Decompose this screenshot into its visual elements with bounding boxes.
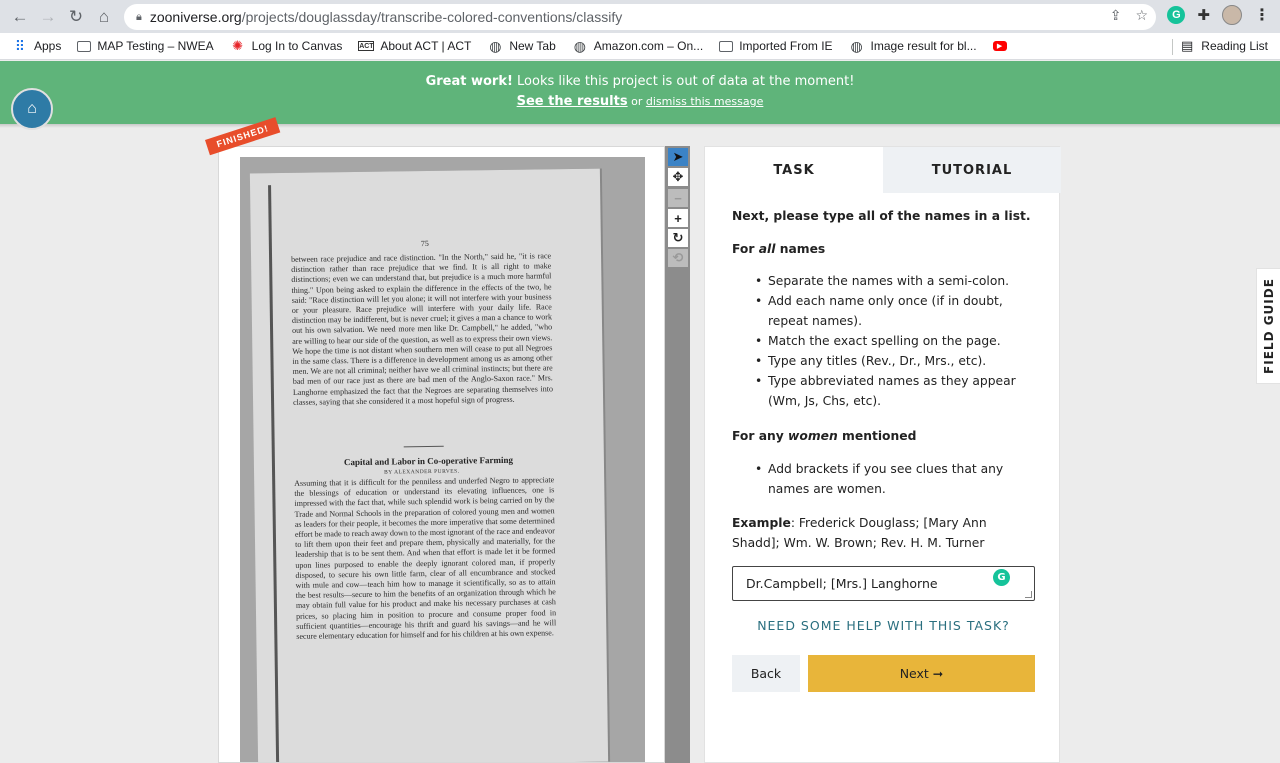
for-women-heading: For any women mentioned bbox=[732, 429, 917, 443]
profile-avatar[interactable] bbox=[1222, 5, 1242, 25]
banner-shadow bbox=[0, 124, 1280, 128]
canvas-icon: ✺ bbox=[232, 38, 244, 53]
tab-tutorial[interactable]: TUTORIAL bbox=[883, 147, 1061, 193]
globe-icon: ◍ bbox=[850, 37, 863, 54]
bookmarks-divider bbox=[1172, 39, 1173, 55]
folder-icon bbox=[77, 40, 92, 52]
help-link[interactable]: NEED SOME HELP WITH THIS TASK? bbox=[732, 618, 1035, 633]
lock-icon: 🔒︎ bbox=[136, 10, 142, 23]
tab-task[interactable]: TASK bbox=[705, 147, 883, 193]
page-paragraph-2: Assuming that it is difficult for the pe… bbox=[294, 475, 557, 641]
bookmark-act[interactable]: ACT About ACT | ACT bbox=[358, 39, 471, 53]
rule-item: Match the exact spelling on the page. bbox=[755, 331, 1028, 351]
reading-list-icon: ▤ bbox=[1180, 38, 1194, 53]
globe-icon: ◍ bbox=[489, 37, 502, 54]
bookmark-apps[interactable]: ⠿ Apps bbox=[12, 37, 62, 54]
document-page: 75 between race prejudice and race disti… bbox=[249, 168, 609, 762]
browser-toolbar: ← → ↻ ⌂ 🔒︎ zooniverse.org/projects/dougl… bbox=[0, 0, 1280, 33]
names-input[interactable]: Dr.Campbell; [Mrs.] Langhorne G bbox=[732, 566, 1035, 601]
page-section-author: BY ALEXANDER PURVES. bbox=[384, 468, 460, 476]
example-text: Example: Frederick Douglass; [Mary Ann S… bbox=[732, 516, 987, 550]
back-arrow-icon[interactable]: ← bbox=[6, 3, 34, 31]
bookmark-map-testing[interactable]: MAP Testing – NWEA bbox=[77, 39, 214, 53]
resize-handle-icon[interactable] bbox=[1025, 591, 1032, 598]
subject-image: 75 between race prejudice and race disti… bbox=[240, 157, 645, 762]
banner-great-work: Great work! bbox=[425, 74, 513, 89]
women-rules: Add brackets if you see clues that any n… bbox=[755, 459, 1028, 499]
viewer-toolbar: ➤ ✥ − + ↻ ⟲ bbox=[665, 146, 690, 763]
rotate-icon[interactable]: ↻ bbox=[668, 229, 688, 247]
grammarly-extension-icon[interactable]: G bbox=[1167, 6, 1186, 24]
globe-icon: ◍ bbox=[573, 37, 586, 54]
bookmark-youtube[interactable]: ▶ bbox=[992, 41, 1013, 51]
subject-viewer[interactable]: 75 between race prejudice and race disti… bbox=[218, 146, 665, 763]
rule-item: Type abbreviated names as they appear (W… bbox=[755, 371, 1028, 411]
page-divider bbox=[403, 445, 444, 448]
dismiss-message-link[interactable]: dismiss this message bbox=[646, 95, 764, 108]
move-tool-icon[interactable]: ✥ bbox=[668, 168, 688, 186]
rule-item: Separate the names with a semi-colon. bbox=[755, 271, 1028, 291]
page-section-title: Capital and Labor in Co-operative Farmin… bbox=[343, 454, 514, 468]
field-guide-tab[interactable]: FIELD GUIDE bbox=[1256, 268, 1280, 384]
bookmark-amazon[interactable]: ◍ Amazon.com – On... bbox=[572, 37, 704, 54]
rule-item: Type any titles (Rev., Dr., Mrs., etc). bbox=[755, 351, 1028, 371]
grammarly-icon[interactable]: G bbox=[993, 569, 1010, 586]
folder-icon bbox=[719, 40, 734, 52]
bookmarks-bar: ⠿ Apps MAP Testing – NWEA ✺ Log In to Canv… bbox=[0, 33, 1280, 60]
pointer-tool-icon[interactable]: ➤ bbox=[668, 148, 688, 166]
reading-list-button[interactable]: ▤ Reading List bbox=[1181, 38, 1268, 54]
bookmark-imported-ie[interactable]: Imported From IE bbox=[719, 39, 833, 53]
all-names-rules: Separate the names with a semi-colon. Ad… bbox=[755, 271, 1028, 411]
reload-icon[interactable]: ↻ bbox=[62, 3, 90, 31]
task-instruction: Next, please type all of the names in a … bbox=[732, 209, 1031, 223]
extensions-puzzle-icon[interactable]: ✚ bbox=[1197, 6, 1210, 24]
kebab-menu-icon[interactable]: ⋮ bbox=[1254, 5, 1270, 25]
bookmark-canvas[interactable]: ✺ Log In to Canvas bbox=[230, 38, 342, 53]
apps-grid-icon: ⠿ bbox=[14, 37, 26, 54]
rule-item: Add each name only once (if in doubt, re… bbox=[755, 291, 1028, 331]
zoom-out-icon[interactable]: − bbox=[668, 189, 688, 207]
home-icon[interactable]: ⌂ bbox=[90, 3, 118, 31]
zoom-in-icon[interactable]: + bbox=[668, 209, 688, 227]
youtube-icon: ▶ bbox=[992, 41, 1007, 51]
share-icon[interactable]: ⇪ bbox=[1110, 7, 1122, 24]
for-all-heading: For all names bbox=[732, 242, 826, 256]
page-paragraph-1: between race prejudice and race distinct… bbox=[291, 251, 553, 407]
out-of-data-banner: Great work! Looks like this project is o… bbox=[0, 61, 1280, 124]
banner-message: Looks like this project is out of data a… bbox=[512, 74, 855, 89]
forward-arrow-icon[interactable]: → bbox=[34, 3, 62, 31]
reset-view-icon[interactable]: ⟲ bbox=[668, 249, 688, 267]
project-home-icon[interactable]: ⌂ bbox=[11, 88, 53, 130]
address-bar[interactable]: 🔒︎ zooniverse.org/projects/douglassday/t… bbox=[124, 4, 1156, 30]
bookmark-image-result[interactable]: ◍ Image result for bl... bbox=[849, 37, 976, 54]
next-button[interactable]: Next ➞ bbox=[808, 655, 1035, 692]
url-host: zooniverse.org bbox=[149, 9, 242, 25]
page-number: 75 bbox=[420, 238, 429, 249]
task-panel: TASK TUTORIAL Next, please type all of t… bbox=[704, 146, 1061, 763]
star-icon[interactable]: ☆ bbox=[1135, 7, 1148, 24]
back-button[interactable]: Back bbox=[732, 655, 800, 692]
see-results-link[interactable]: See the results bbox=[517, 94, 628, 109]
rule-item: Add brackets if you see clues that any n… bbox=[755, 459, 1028, 499]
bookmark-new-tab[interactable]: ◍ New Tab bbox=[487, 37, 556, 54]
url-path: /projects/douglassday/transcribe-colored… bbox=[241, 9, 623, 25]
act-icon: ACT bbox=[358, 41, 375, 51]
